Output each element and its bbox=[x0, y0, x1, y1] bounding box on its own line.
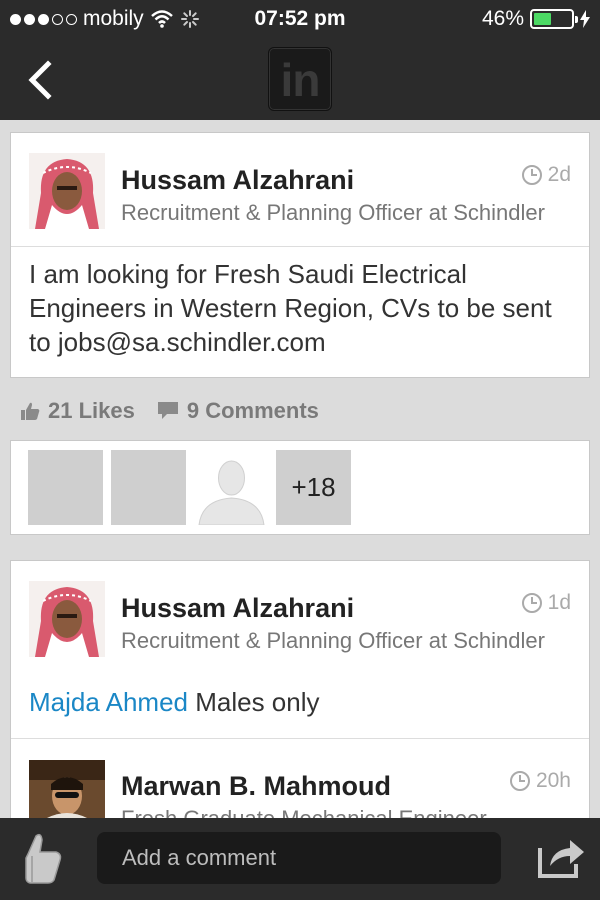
comments-count: 9 Comments bbox=[186, 398, 319, 423]
clock-icon bbox=[509, 771, 530, 791]
linkedin-logo: in bbox=[268, 47, 332, 111]
likes-stat[interactable]: 21 Likes bbox=[20, 398, 135, 424]
post-timestamp: 2d bbox=[521, 163, 571, 187]
commenter-avatar[interactable] bbox=[29, 581, 105, 657]
thumbs-up-icon bbox=[21, 402, 40, 420]
author-avatar[interactable] bbox=[29, 153, 105, 229]
comments-stat[interactable]: 9 Comments bbox=[157, 398, 319, 424]
charging-bolt-icon bbox=[580, 10, 590, 28]
comment-timestamp: 1d bbox=[521, 591, 571, 615]
liker-avatar[interactable] bbox=[111, 450, 186, 525]
post-time-label: 2d bbox=[547, 163, 571, 186]
add-comment-input[interactable]: Add a comment bbox=[97, 832, 501, 884]
comment-time-label: 1d bbox=[547, 591, 571, 614]
comment-toolbar: Add a comment bbox=[0, 818, 600, 900]
comment-text: Majda Ahmed Males only bbox=[29, 687, 320, 718]
status-bar: mobily 07:52 pm 46% bbox=[0, 0, 600, 40]
clock-icon bbox=[521, 593, 542, 613]
battery-icon bbox=[530, 9, 578, 29]
back-chevron-icon[interactable] bbox=[22, 58, 62, 102]
author-name[interactable]: Hussam Alzahrani bbox=[121, 165, 354, 196]
author-headline: Recruitment & Planning Officer at Schind… bbox=[121, 200, 545, 225]
commenter-name[interactable]: Marwan B. Mahmoud bbox=[121, 771, 391, 802]
comment-time-label: 20h bbox=[535, 769, 571, 792]
navigation-bar: in bbox=[0, 40, 600, 120]
liker-avatar[interactable] bbox=[28, 450, 103, 525]
status-right: 46% bbox=[482, 7, 590, 31]
likers-strip[interactable]: +18 bbox=[10, 440, 590, 535]
battery-percent: 46% bbox=[481, 7, 524, 30]
more-likers-count[interactable]: +18 bbox=[276, 450, 351, 525]
default-avatar-icon[interactable] bbox=[194, 450, 269, 525]
comment-body: Males only bbox=[195, 687, 320, 717]
clock-icon bbox=[521, 165, 542, 185]
commenter-name[interactable]: Hussam Alzahrani bbox=[121, 593, 354, 624]
comment-divider bbox=[11, 738, 589, 739]
post-card[interactable]: Hussam Alzahrani Recruitment & Planning … bbox=[10, 132, 590, 378]
comments-card: Hussam Alzahrani Recruitment & Planning … bbox=[10, 560, 590, 836]
mention-link[interactable]: Majda Ahmed bbox=[29, 687, 188, 717]
post-body: I am looking for Fresh Saudi Electrical … bbox=[29, 259, 552, 357]
commenter-headline: Recruitment & Planning Officer at Schind… bbox=[121, 628, 545, 653]
share-icon[interactable] bbox=[536, 834, 586, 880]
like-thumbs-up-icon[interactable] bbox=[20, 832, 62, 884]
likes-count: 21 Likes bbox=[48, 398, 135, 423]
comment-bubble-icon bbox=[157, 402, 178, 419]
comment-timestamp: 20h bbox=[509, 769, 571, 793]
card-divider bbox=[11, 246, 589, 247]
post-stats: 21 Likes 9 Comments bbox=[20, 394, 341, 428]
